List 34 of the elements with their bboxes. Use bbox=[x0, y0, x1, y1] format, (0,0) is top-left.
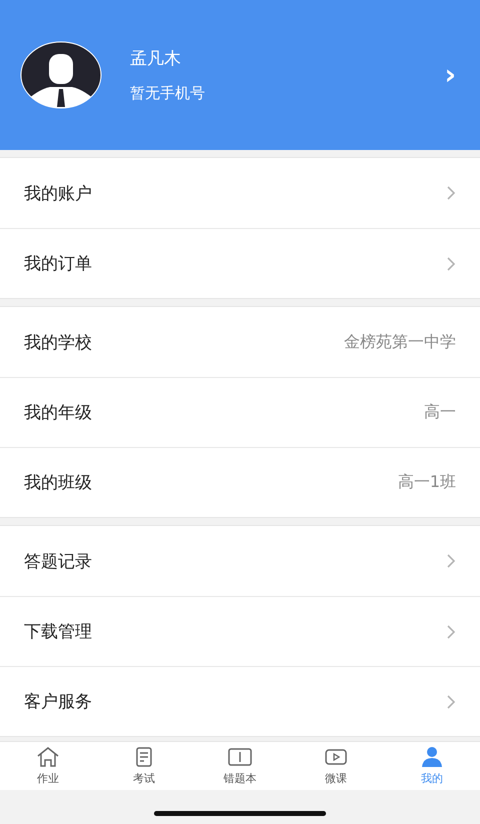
menu-row[interactable]: 我的班级 高一1班 bbox=[0, 447, 480, 517]
chevron-icon bbox=[447, 694, 456, 708]
menu-row[interactable]: 客户服务 bbox=[0, 666, 480, 736]
tab[interactable]: 作业 bbox=[0, 742, 96, 790]
menu-row[interactable]: 我的年级 高一 bbox=[0, 377, 480, 447]
row-label: 我的订单 bbox=[24, 253, 92, 275]
row-label: 我的学校 bbox=[24, 332, 92, 354]
chevron-icon: › bbox=[444, 61, 456, 89]
row-label: 我的账户 bbox=[24, 182, 92, 204]
menu-row[interactable]: 我的订单 bbox=[0, 228, 480, 298]
menu-row[interactable]: 答题记录 bbox=[0, 526, 480, 596]
row-label: 答题记录 bbox=[24, 550, 92, 572]
row-label: 我的年级 bbox=[24, 402, 92, 424]
row-value: 高一 bbox=[424, 402, 456, 423]
chevron-icon bbox=[447, 186, 456, 200]
row-label: 下载管理 bbox=[24, 621, 92, 643]
user-icon bbox=[420, 746, 444, 768]
chevron-icon bbox=[447, 256, 456, 270]
chevron-icon bbox=[447, 554, 456, 568]
menu-row[interactable]: 下载管理 bbox=[0, 596, 480, 666]
user-name: 孟凡木 bbox=[130, 48, 182, 70]
row-label: 我的班级 bbox=[24, 472, 92, 494]
row-value: 金榜苑第一中学 bbox=[344, 332, 456, 352]
menu-row[interactable]: 我的账户 bbox=[0, 158, 480, 228]
tab[interactable]: 错题本 bbox=[192, 742, 288, 790]
phone-number: 暂无手机号 bbox=[130, 84, 206, 103]
chevron-icon bbox=[447, 624, 456, 638]
row-value: 高一1班 bbox=[398, 472, 456, 493]
row-label: 客户服务 bbox=[24, 691, 92, 713]
tab[interactable]: 考试 bbox=[96, 742, 192, 790]
menu-row[interactable]: 我的学校 金榜苑第一中学 bbox=[0, 307, 480, 377]
tab[interactable]: 微课 bbox=[288, 742, 384, 790]
home-icon bbox=[36, 746, 60, 768]
avatar-icon bbox=[20, 41, 102, 109]
